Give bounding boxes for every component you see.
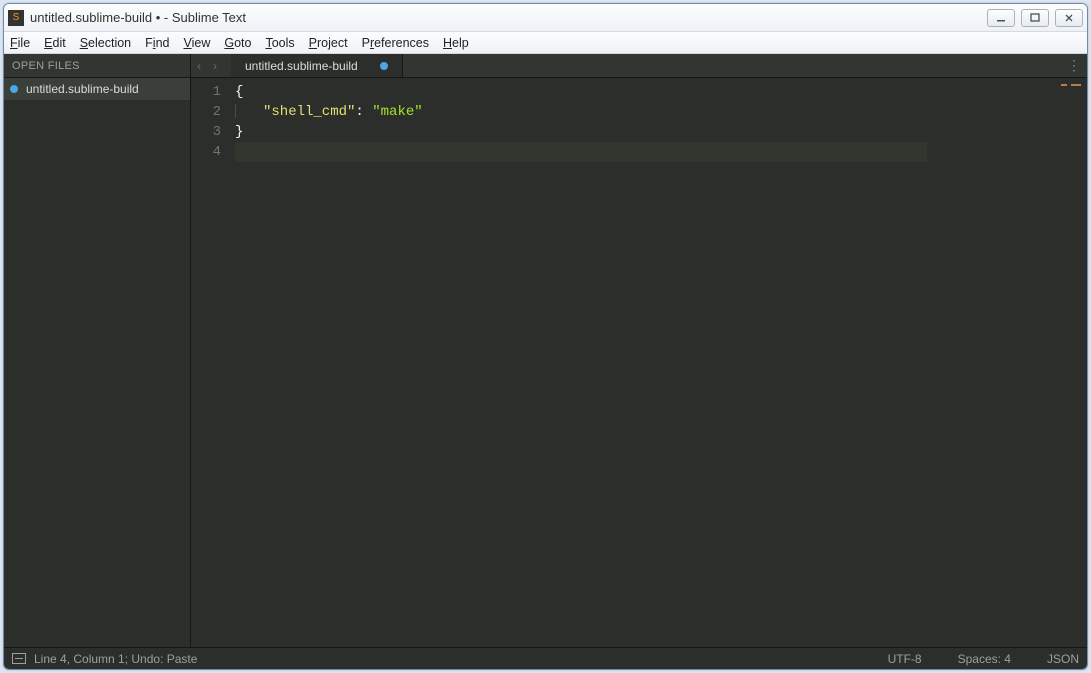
tab-nav-forward[interactable]: › <box>207 54 223 77</box>
sidebar-file-name: untitled.sublime-build <box>26 82 139 96</box>
sidebar-header[interactable]: OPEN FILES <box>4 54 190 78</box>
tab-overflow-menu[interactable]: ⋮ <box>1067 54 1081 77</box>
close-button[interactable] <box>1055 9 1083 27</box>
app-icon: S <box>8 10 24 26</box>
line-number: 2 <box>191 102 221 122</box>
tabbar: ‹ › untitled.sublime-build ⋮ <box>191 54 1087 78</box>
menu-project[interactable]: Project <box>309 36 348 50</box>
menu-file[interactable]: File <box>10 36 30 50</box>
code-line[interactable]: "shell_cmd": "make" <box>235 102 1007 122</box>
line-number: 1 <box>191 82 221 102</box>
line-number: 4 <box>191 142 221 162</box>
menu-goto[interactable]: Goto <box>224 36 251 50</box>
window-title: untitled.sublime-build • - Sublime Text <box>30 10 987 25</box>
menu-tools[interactable]: Tools <box>265 36 294 50</box>
panel-switch-icon[interactable] <box>12 653 26 664</box>
maximize-button[interactable] <box>1021 9 1049 27</box>
statusbar: Line 4, Column 1; Undo: Paste UTF-8 Spac… <box>4 647 1087 669</box>
code-line[interactable] <box>235 142 1007 162</box>
editor[interactable]: 1 2 3 4 {"shell_cmd": "make"} <box>191 78 1087 647</box>
menu-find[interactable]: Find <box>145 36 169 50</box>
application-window: S untitled.sublime-build • - Sublime Tex… <box>3 3 1088 670</box>
code-area[interactable]: {"shell_cmd": "make"} <box>235 78 1007 647</box>
tab-label: untitled.sublime-build <box>245 59 358 73</box>
maximize-icon <box>1030 13 1040 23</box>
status-encoding[interactable]: UTF-8 <box>888 652 922 666</box>
menubar: File Edit Selection Find View Goto Tools… <box>4 32 1087 54</box>
client-area: OPEN FILES untitled.sublime-build ‹ › un… <box>4 54 1087 647</box>
open-files-label: OPEN FILES <box>12 60 80 72</box>
menu-preferences[interactable]: Preferences <box>362 36 429 50</box>
minimize-button[interactable] <box>987 9 1015 27</box>
menu-selection[interactable]: Selection <box>80 36 131 50</box>
gutter: 1 2 3 4 <box>191 78 235 647</box>
close-icon <box>1064 13 1074 23</box>
status-indent[interactable]: Spaces: 4 <box>958 652 1011 666</box>
tab-active[interactable]: untitled.sublime-build <box>231 54 403 77</box>
statusbar-left: Line 4, Column 1; Undo: Paste <box>12 652 197 666</box>
code-line[interactable]: { <box>235 82 1007 102</box>
line-number: 3 <box>191 122 221 142</box>
menu-view[interactable]: View <box>183 36 210 50</box>
minimap-mark <box>1071 84 1081 86</box>
minimize-icon <box>996 13 1006 23</box>
code-line[interactable]: } <box>235 122 1007 142</box>
tab-modified-dot-icon <box>380 62 388 70</box>
tab-nav-back[interactable]: ‹ <box>191 54 207 77</box>
modified-dot-icon <box>10 85 18 93</box>
minimap[interactable] <box>1007 78 1087 647</box>
menu-edit[interactable]: Edit <box>44 36 66 50</box>
window-controls <box>987 9 1083 27</box>
menu-help[interactable]: Help <box>443 36 469 50</box>
editor-area: ‹ › untitled.sublime-build ⋮ 1 2 3 4 {"s… <box>191 54 1087 647</box>
minimap-mark <box>1061 84 1067 86</box>
titlebar[interactable]: S untitled.sublime-build • - Sublime Tex… <box>4 4 1087 32</box>
sidebar-file-item[interactable]: untitled.sublime-build <box>4 78 190 100</box>
status-position[interactable]: Line 4, Column 1; Undo: Paste <box>34 652 197 666</box>
status-syntax[interactable]: JSON <box>1047 652 1079 666</box>
sidebar: OPEN FILES untitled.sublime-build <box>4 54 191 647</box>
